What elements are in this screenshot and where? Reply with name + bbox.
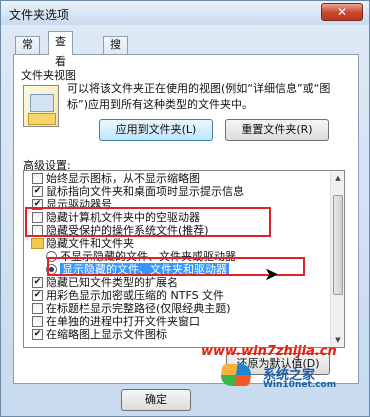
close-button[interactable]: ✕ [321,3,363,21]
tab-view-label: 查看 [55,35,66,68]
list-item-label: 显示驱动器号 [46,198,112,211]
tab-search[interactable]: 搜索 [103,36,128,67]
checkbox[interactable]: ✔ [32,290,43,301]
list-item-label: 在单独的进程中打开文件夹窗口 [46,315,200,328]
list-item-label: 在标题栏显示完整路径(仅限经典主题) [46,302,231,315]
folder-icon [31,238,44,249]
ok-button[interactable]: 确定 [121,389,191,411]
checkbox[interactable] [32,173,43,184]
list-item-label: 在缩略图上显示文件图标 [46,328,167,341]
watermark: www.win7zhijia.cn 系统之家 Win10net.com [201,344,369,390]
checkbox[interactable] [32,225,43,236]
tab-view[interactable]: 查看 [48,31,73,68]
checkbox[interactable] [32,303,43,314]
list-item-label: 隐藏文件和文件夹 [46,237,134,250]
title-bar: 文件夹选项 ✕ [1,1,369,25]
radio-button[interactable] [46,251,57,262]
scroll-up-icon[interactable]: ▲ [332,172,344,184]
folder-view-description: 可以将该文件夹正在使用的视图(例如“详细信息”或“图标”)应用到所有这种类型的文… [67,82,331,111]
checkbox[interactable]: ✔ [32,199,43,210]
watermark-url: www.win7zhijia.cn [201,344,337,359]
list-item-label: 隐藏计算机文件夹中的空驱动器 [46,211,200,224]
apply-to-folders-button[interactable]: 应用到文件夹(L) [99,119,213,141]
checkbox[interactable]: ✔ [32,277,43,288]
list-item-label: 用彩色显示加密或压缩的 NTFS 文件 [46,289,225,302]
advanced-settings-list[interactable]: 始终显示图标，从不显示缩略图 ✔ 鼠标指向文件夹和桌面项时显示提示信息 ✔ 显示… [23,170,345,348]
reset-folders-button[interactable]: 重置文件夹(R) [225,119,329,141]
list-item-label: 鼠标指向文件夹和桌面项时显示提示信息 [46,185,244,198]
list-item-label: 始终显示图标，从不显示缩略图 [46,172,200,185]
windows-logo-icon [219,364,253,386]
checkbox[interactable] [32,316,43,327]
window-title: 文件夹选项 [9,8,70,22]
folder-options-window: 文件夹选项 ✕ 常规 查看 搜索 文件夹视图 可以将该文件夹正在使用的视图(例如… [0,0,370,417]
checkbox[interactable]: ✔ [32,186,43,197]
list-item-label: 不显示隐藏的文件、文件夹或驱动器 [60,250,236,263]
close-icon: ✕ [336,5,348,19]
checkbox[interactable]: ✔ [32,329,43,340]
list-item-label: 显示隐藏的文件、文件夹和驱动器 [60,263,229,276]
list-item-label: 隐藏受保护的操作系统文件(推荐) [46,224,209,237]
vertical-scrollbar[interactable]: ▲ ▼ [330,171,344,347]
watermark-site-en: Win10net.com [263,380,337,390]
radio-button[interactable] [46,264,57,275]
tab-general[interactable]: 常规 [15,36,40,67]
checkbox[interactable] [32,212,43,223]
list-item-label: 隐藏已知文件类型的扩展名 [46,276,178,289]
scroll-thumb[interactable] [333,195,343,295]
mouse-cursor-icon: ➤ [264,264,280,285]
folder-view-icon [23,85,59,127]
